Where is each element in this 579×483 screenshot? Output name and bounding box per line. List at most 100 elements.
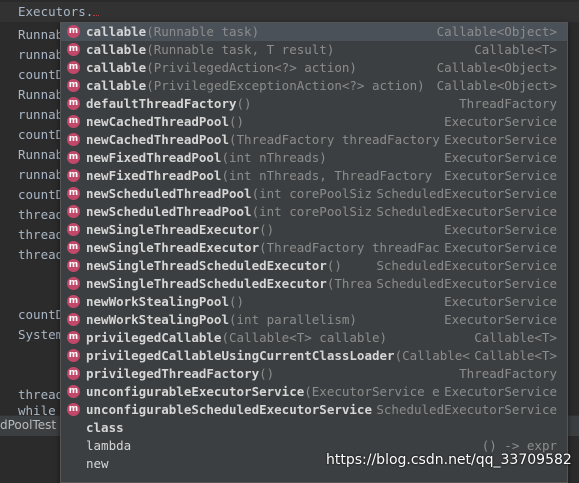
method-icon: m — [67, 61, 80, 74]
method-icon: m — [67, 169, 80, 182]
completion-item[interactable]: munconfigurableScheduledExecutorService(… — [61, 401, 567, 419]
completion-item[interactable]: m privilegedCallableUsingCurrentClassLoad… — [61, 347, 567, 365]
completion-item-return-type: ScheduledExecutorService — [372, 401, 557, 419]
completion-item-return-type: ExecutorService — [440, 311, 557, 329]
completion-item[interactable]: m newSingleThreadScheduledExecutor() Sched… — [61, 257, 567, 275]
completion-item-return-type: Callable<T> — [470, 329, 557, 347]
code-line[interactable]: System — [18, 326, 63, 344]
completion-item-params: () — [326, 258, 342, 273]
completion-item[interactable]: m newFixedThreadPool(int nThreads) Executo… — [61, 149, 567, 167]
completion-item-return-type: ThreadFactory — [455, 95, 557, 113]
completion-item-params: (int parallelism) — [229, 312, 357, 327]
method-icon: m — [67, 331, 80, 344]
method-icon: m — [67, 133, 80, 146]
code-line[interactable]: thread — [18, 226, 63, 244]
method-icon: m — [67, 349, 80, 362]
completion-item[interactable]: m newFixedThreadPool(int nThreads, Thread… — [61, 167, 567, 185]
completion-item-params: (Callable<T> callable) — [221, 330, 388, 345]
code-line[interactable]: countD — [18, 306, 63, 324]
editor-tab-label[interactable]: dPoolTest — [0, 418, 56, 432]
completion-item[interactable]: m callable(Runnable task, T result) Callab… — [61, 41, 567, 59]
completion-item-params: () — [259, 222, 275, 237]
method-icon: m — [67, 43, 80, 56]
completion-item-name: newScheduledThreadPool — [86, 204, 252, 219]
completion-item-params: (int corePoolSize… — [251, 204, 388, 219]
completion-item-name: callable — [86, 60, 147, 75]
method-icon: m — [67, 25, 80, 38]
method-icon: m — [67, 295, 80, 308]
completion-item-params: () — [236, 96, 252, 111]
completion-item-return-type: ExecutorService — [440, 293, 557, 311]
code-line[interactable]: countD — [18, 126, 63, 144]
completion-item-return-type: ScheduledExecutorService — [372, 275, 557, 293]
completion-item[interactable]: m newSingleThreadExecutor(ThreadFactory t… — [61, 239, 567, 257]
completion-item-return-type: Callable<T> — [470, 41, 557, 59]
code-line[interactable]: countD — [18, 66, 63, 84]
completion-item-name: newFixedThreadPool — [86, 150, 222, 165]
method-icon: m — [67, 367, 80, 380]
completion-item-name: newWorkStealingPool — [86, 312, 229, 327]
completion-item-params: (ThreadFactory threadFactory) — [229, 132, 448, 147]
completion-item[interactable]: m newScheduledThreadPool(int corePoolSize… — [61, 185, 567, 203]
code-line[interactable]: runnab — [18, 166, 63, 184]
completion-item-name: defaultThreadFactory — [86, 96, 237, 111]
code-line[interactable]: Runnab — [18, 86, 63, 104]
method-icon: m — [67, 97, 80, 110]
completion-item-return-type: Callable<Object> — [432, 23, 557, 41]
completion-item-name: newSingleThreadScheduledExecutor — [86, 258, 327, 273]
completion-item-name: unconfigurableExecutorService — [86, 384, 305, 399]
completion-item-name: callable — [86, 24, 147, 39]
completion-item[interactable]: m newWorkStealingPool() ExecutorService — [61, 293, 567, 311]
method-icon: m — [67, 151, 80, 164]
completion-item[interactable]: m newWorkStealingPool(int parallelism) Exe… — [61, 311, 567, 329]
method-icon: m — [67, 259, 80, 272]
completion-item-name: privilegedCallableUsingCurrentClassLoade… — [86, 348, 395, 363]
completion-item-return-type: ExecutorService — [440, 239, 557, 257]
completion-item-params: () — [229, 294, 245, 309]
completion-item[interactable]: m newSingleThreadExecutor() ExecutorServic… — [61, 221, 567, 239]
code-line[interactable]: runnab — [18, 46, 63, 64]
completion-item-params: (Runnable task) — [146, 24, 260, 39]
method-icon: m — [67, 385, 80, 398]
completion-item-name: newWorkStealingPool — [86, 294, 229, 309]
completion-item[interactable]: m defaultThreadFactory() ThreadFactory — [61, 95, 567, 113]
code-line[interactable]: runnab — [18, 106, 63, 124]
completion-item-name: callable — [86, 78, 147, 93]
completion-item-params: (int nThreads) — [221, 150, 327, 165]
completion-item-params: (PrivilegedAction<?> action) — [146, 60, 357, 75]
completion-item-return-type: Callable<Object> — [432, 59, 557, 77]
method-icon: m — [67, 187, 80, 200]
completion-item[interactable]: m callable(PrivilegedAction<?> action) Cal… — [61, 59, 567, 77]
completion-list: m callable(Runnable task) Callable<Object>… — [61, 23, 567, 473]
completion-item[interactable]: m callable(Runnable task) Callable<Object> — [61, 23, 567, 41]
code-completion-popup[interactable]: m callable(Runnable task) Callable<Object>… — [60, 22, 568, 483]
completion-item[interactable]: m unconfigurableExecutorService(ExecutorS… — [61, 383, 567, 401]
completion-item-name: privilegedThreadFactory — [86, 366, 260, 381]
code-line[interactable]: Runnab — [18, 146, 63, 164]
completion-item[interactable]: m newCachedThreadPool() ExecutorService — [61, 113, 567, 131]
code-line-current[interactable]: Executors. — [18, 3, 100, 21]
method-icon: m — [67, 205, 80, 218]
completion-item-return-type: ExecutorService — [440, 221, 557, 239]
completion-item-params: (PrivilegedExceptionAction<?> action) — [146, 78, 425, 93]
completion-item-name: newSingleThreadScheduledExecutor — [86, 276, 327, 291]
completion-item[interactable]: m newSingleThreadScheduledExecutor(Thread… — [61, 275, 567, 293]
code-line[interactable]: countD — [18, 186, 63, 204]
code-line[interactable]: Runnab — [18, 26, 63, 44]
completion-item-name: newSingleThreadExecutor — [86, 222, 260, 237]
method-icon: m — [67, 223, 80, 236]
completion-item-return-type: ScheduledExecutorService — [372, 203, 557, 221]
completion-item[interactable]: m privilegedThreadFactory() ThreadFactory — [61, 365, 567, 383]
completion-item-name: unconfigurableScheduledExecutorService — [86, 402, 372, 417]
method-icon: m — [67, 241, 80, 254]
completion-item-name: newCachedThreadPool — [86, 132, 229, 147]
completion-item[interactable]: m privilegedCallable(Callable<T> callable… — [61, 329, 567, 347]
completion-item-name: newSingleThreadExecutor — [86, 240, 260, 255]
completion-item[interactable]: m callable(PrivilegedExceptionAction<?> a… — [61, 77, 567, 95]
code-line[interactable]: thread — [18, 246, 63, 264]
completion-item-name: class — [86, 420, 124, 435]
completion-item[interactable]: m newScheduledThreadPool(int corePoolSize… — [61, 203, 567, 221]
completion-item[interactable]: class — [61, 419, 567, 437]
code-line[interactable]: thread — [18, 206, 63, 224]
completion-item[interactable]: m newCachedThreadPool(ThreadFactory threa… — [61, 131, 567, 149]
